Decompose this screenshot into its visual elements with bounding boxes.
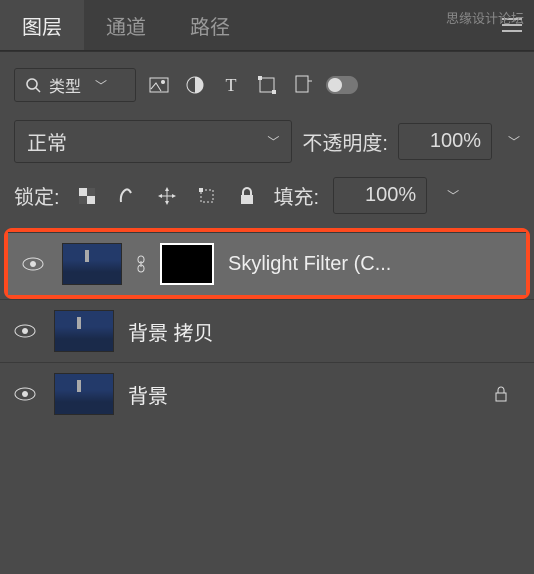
lock-position-icon[interactable]: [154, 183, 180, 209]
layer-mask-thumbnail[interactable]: [160, 243, 214, 285]
filter-toggle[interactable]: [326, 76, 358, 94]
filter-type-select[interactable]: 类型 ﹀: [14, 68, 136, 102]
lock-all-icon[interactable]: [234, 183, 260, 209]
visibility-toggle-icon[interactable]: [22, 256, 48, 272]
opacity-input[interactable]: 100%: [398, 123, 492, 160]
layer-item[interactable]: Skylight Filter (C...: [8, 232, 526, 295]
filter-row: 类型 ﹀ T: [0, 51, 534, 114]
layer-name[interactable]: Skylight Filter (C...: [228, 253, 512, 276]
tab-channels[interactable]: 通道: [84, 0, 168, 50]
filter-type-label: 类型: [49, 73, 81, 97]
opacity-label: 不透明度:: [302, 127, 388, 156]
watermark-text: 思缘设计论坛: [446, 8, 524, 27]
chevron-down-icon[interactable]: ﹀: [508, 133, 520, 150]
link-mask-icon[interactable]: [136, 255, 146, 273]
search-icon: [25, 77, 41, 93]
layer-name[interactable]: 背景: [128, 380, 480, 409]
filter-type-text-icon[interactable]: T: [218, 72, 244, 98]
layer-item[interactable]: 背景: [0, 362, 534, 425]
layer-lock-icon: [494, 386, 520, 402]
chevron-down-icon: ﹀: [95, 77, 107, 94]
layer-name[interactable]: 背景 拷贝: [128, 317, 520, 346]
lock-image-icon[interactable]: [114, 183, 140, 209]
chevron-down-icon: ﹀: [267, 133, 279, 150]
layer-thumbnail[interactable]: [62, 243, 122, 285]
tab-layers[interactable]: 图层: [0, 0, 84, 50]
lock-label: 锁定:: [14, 181, 60, 210]
filter-smartobject-icon[interactable]: [290, 72, 316, 98]
blend-mode-value: 正常: [27, 127, 67, 156]
filter-adjustment-icon[interactable]: [182, 72, 208, 98]
tutorial-highlight: Skylight Filter (C...: [4, 228, 530, 299]
tab-paths[interactable]: 路径: [168, 0, 252, 50]
layers-panel: 思缘设计论坛 图层 通道 路径 类型 ﹀ T 正常: [0, 0, 534, 574]
lock-transparency-icon[interactable]: [74, 183, 100, 209]
chevron-down-icon[interactable]: ﹀: [447, 187, 459, 204]
fill-label: 填充:: [274, 181, 320, 210]
layer-item[interactable]: 背景 拷贝: [0, 299, 534, 362]
blend-row: 正常 ﹀ 不透明度: 100% ﹀: [0, 114, 534, 173]
blend-mode-select[interactable]: 正常 ﹀: [14, 120, 292, 163]
layers-list: Skylight Filter (C... 背景 拷贝 背景: [0, 228, 534, 574]
svg-text:T: T: [226, 76, 237, 94]
visibility-toggle-icon[interactable]: [14, 386, 40, 402]
fill-input[interactable]: 100%: [333, 177, 427, 214]
layer-thumbnail[interactable]: [54, 373, 114, 415]
lock-row: 锁定: 填充: 100% ﹀: [0, 173, 534, 228]
visibility-toggle-icon[interactable]: [14, 323, 40, 339]
filter-shape-icon[interactable]: [254, 72, 280, 98]
filter-pixel-icon[interactable]: [146, 72, 172, 98]
layer-thumbnail[interactable]: [54, 310, 114, 352]
lock-artboard-icon[interactable]: [194, 183, 220, 209]
